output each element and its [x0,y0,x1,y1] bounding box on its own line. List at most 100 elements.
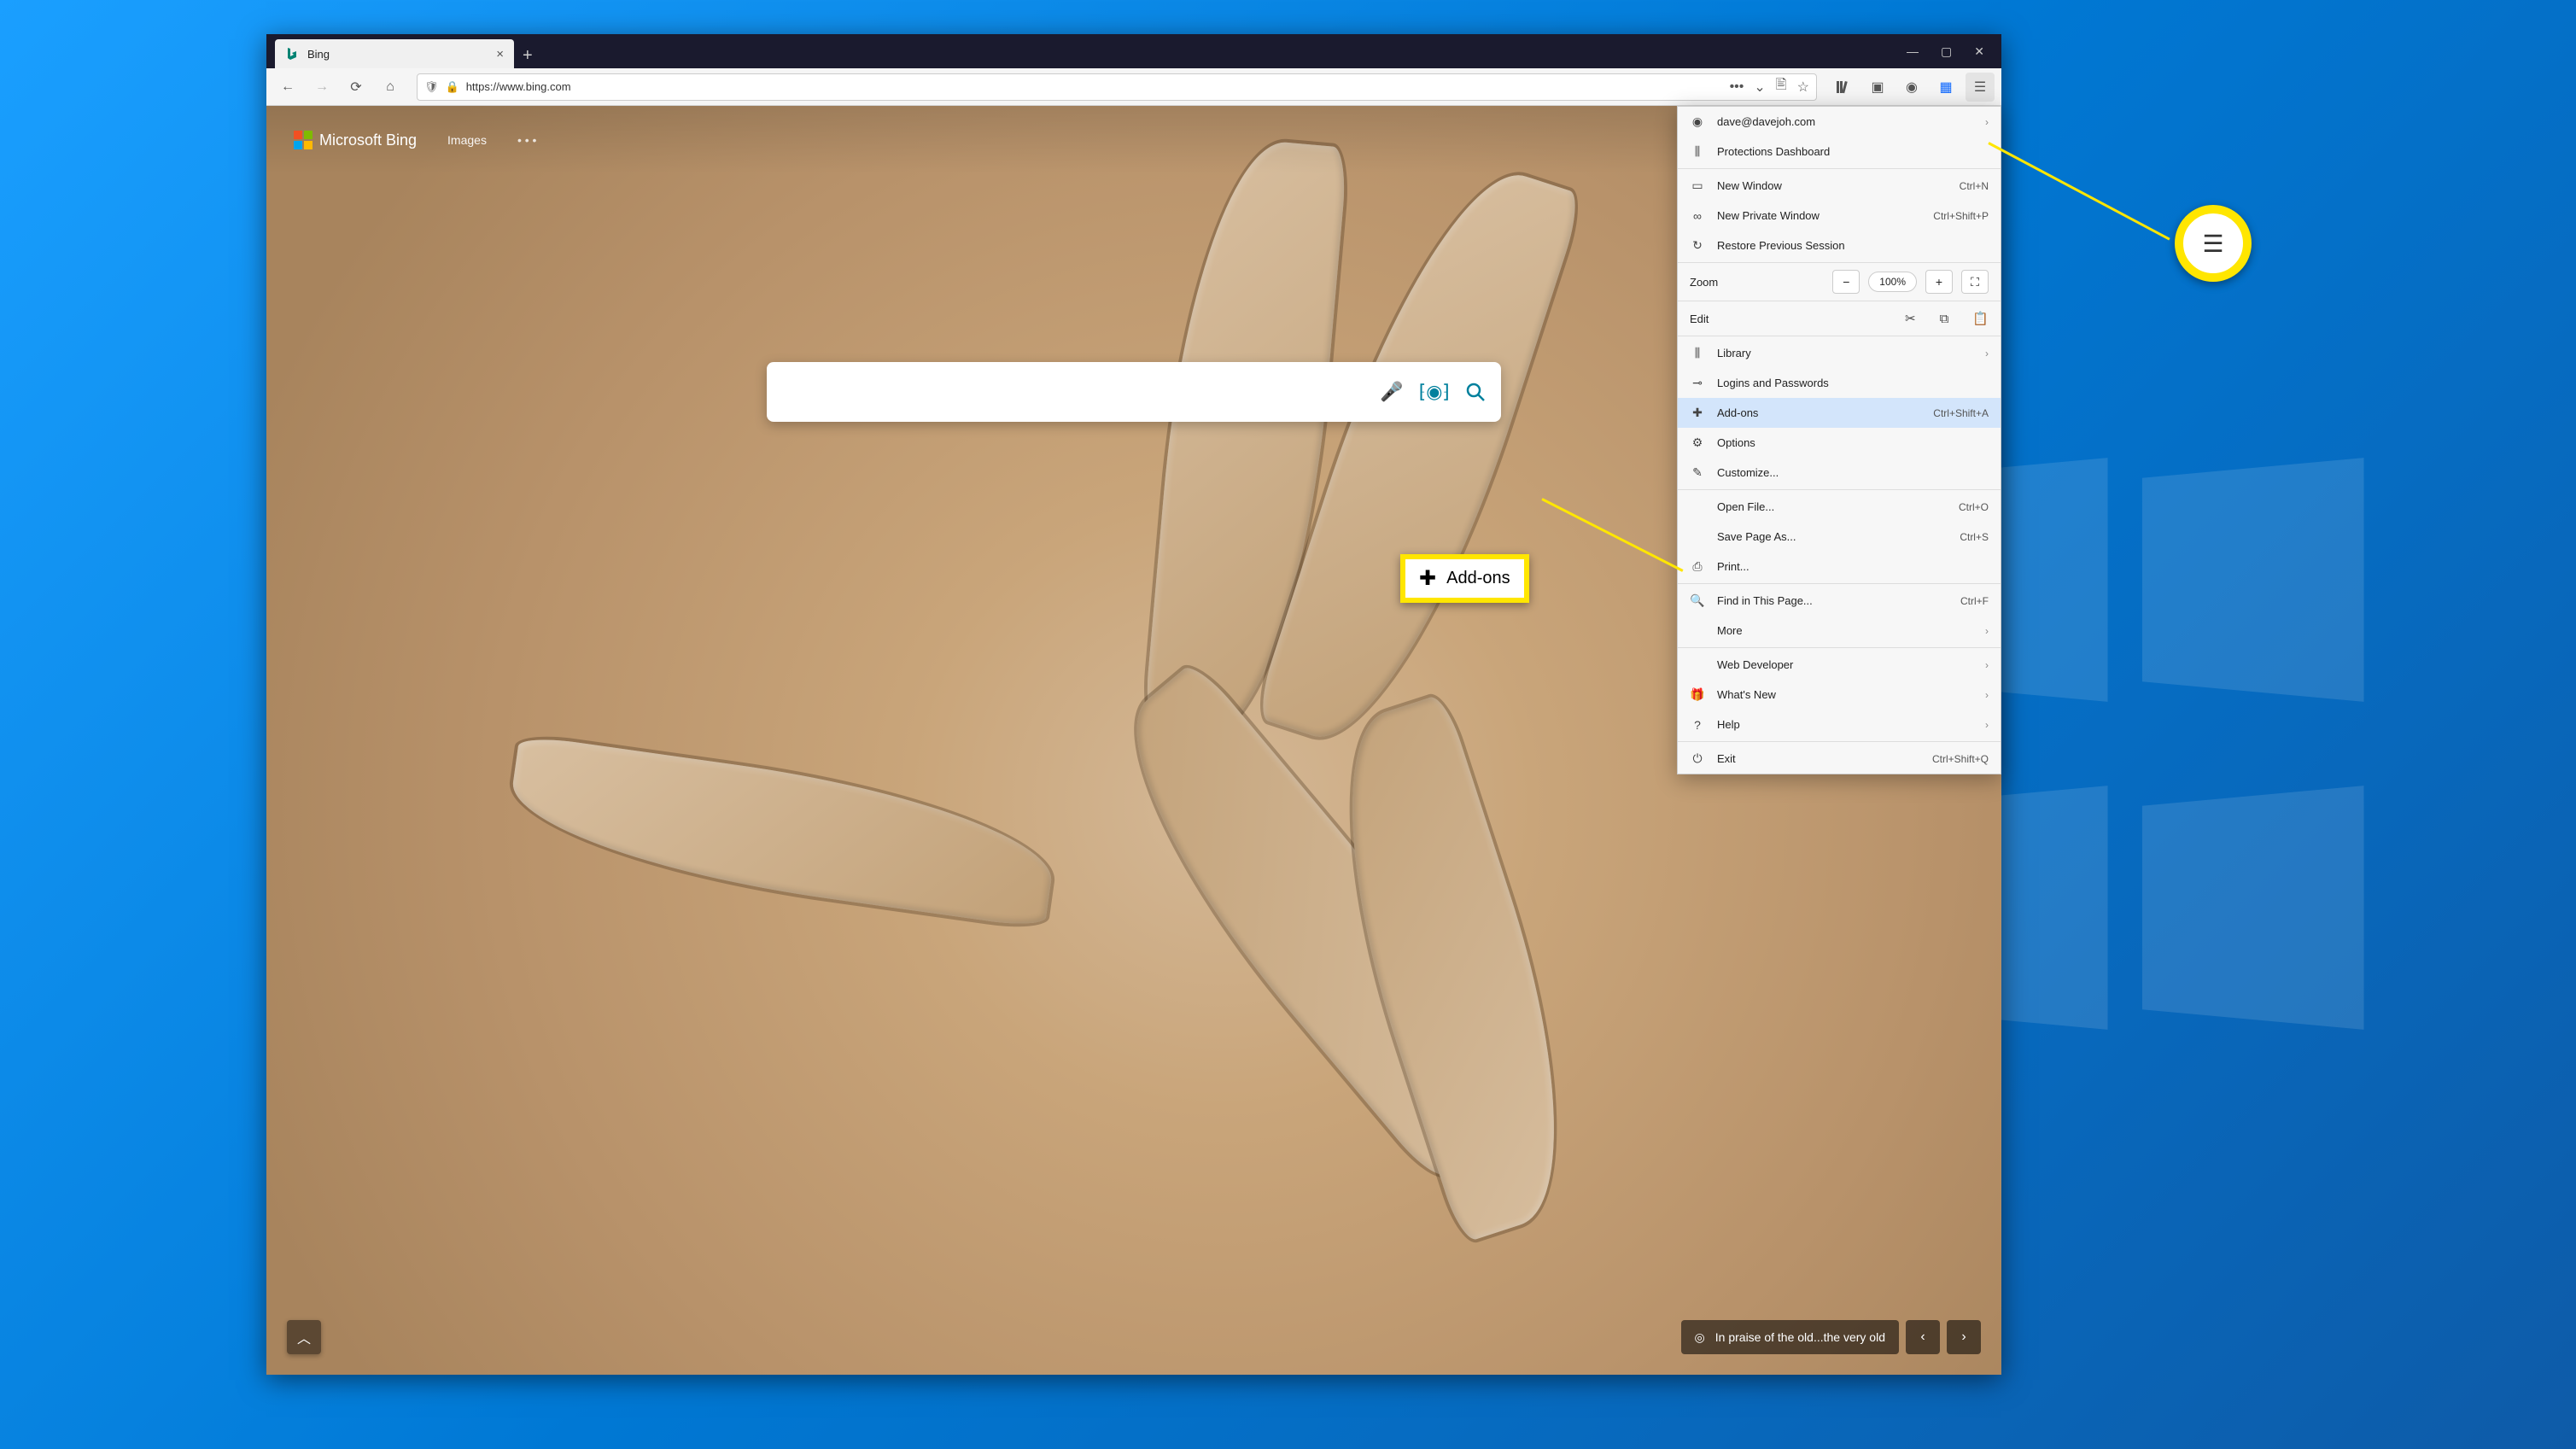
tab-close-icon[interactable]: × [496,47,504,61]
chevron-right-icon: › [1985,348,1989,359]
menu-options[interactable]: ⚙ Options [1678,428,2001,458]
chevron-right-icon: › [1985,719,1989,731]
account-toolbar-icon[interactable]: ◉ [1897,73,1926,102]
search-icon[interactable] [1465,382,1486,402]
tab-bing[interactable]: Bing × [275,39,514,68]
power-icon: ⏻ [1690,751,1705,766]
url-text: https://www.bing.com [466,80,1723,93]
puzzle-icon: ✚ [1690,406,1705,420]
expand-up-button[interactable]: ︿ [287,1320,321,1354]
menu-separator [1678,647,2001,648]
minimize-icon[interactable]: — [1907,44,1919,58]
menu-zoom-row: Zoom − 100% + ⛶ [1678,265,2001,299]
menu-web-developer[interactable]: Web Developer › [1678,650,2001,680]
chevron-right-icon: › [1985,689,1989,701]
menu-separator [1678,489,2001,490]
puzzle-icon: ✚ [1419,566,1436,591]
menu-library[interactable]: ⫼ Library › [1678,338,2001,368]
annotation-line-1 [1988,142,2170,240]
bookmark-star-icon[interactable]: ☆ [1797,79,1809,96]
extension-icon[interactable]: ▦ [1931,73,1960,102]
library-toolbar-icon[interactable] [1829,73,1858,102]
reload-button[interactable]: ⟳ [342,73,371,102]
microsoft-bing-logo[interactable]: Microsoft Bing [294,131,417,149]
address-bar[interactable]: 🛡 🔒 https://www.bing.com ••• ⌄ 🖹 ☆ [417,73,1817,101]
prev-image-button[interactable]: ‹ [1906,1320,1940,1354]
gear-icon: ⚙ [1690,435,1705,450]
menu-separator [1678,262,2001,263]
close-window-icon[interactable]: ✕ [1974,44,1984,59]
menu-edit-row: Edit ✂ ⧉ 📋 [1678,303,2001,334]
menu-new-window[interactable]: ▭ New Window Ctrl+N [1678,171,2001,201]
voice-search-icon[interactable]: 🎤 [1380,381,1403,403]
location-icon: ◎ [1695,1330,1705,1345]
menu-customize[interactable]: ✎ Customize... [1678,458,2001,488]
translate-icon[interactable]: 🖹 [1776,75,1787,98]
annotation-addons-callout: ✚ Add-ons [1400,554,1529,603]
annotation-hamburger-circle: ☰ [2175,205,2252,282]
new-tab-button[interactable]: + [523,46,533,66]
nav-more-icon[interactable]: • • • [517,133,536,147]
paste-icon[interactable]: 📋 [1972,311,1989,326]
bing-favicon-icon [285,47,299,61]
menu-new-private[interactable]: ∞ New Private Window Ctrl+Shift+P [1678,201,2001,231]
pocket-icon[interactable]: ⌄ [1754,79,1765,96]
zoom-out-button[interactable]: − [1832,270,1860,294]
hamburger-menu-button[interactable]: ☰ [1966,73,1995,102]
menu-exit[interactable]: ⏻ Exit Ctrl+Shift+Q [1678,744,2001,774]
menu-save-page[interactable]: Save Page As... Ctrl+S [1678,522,2001,552]
dashboard-icon: ⫼ [1690,144,1705,159]
zoom-level[interactable]: 100% [1868,272,1917,292]
copy-icon[interactable]: ⧉ [1940,312,1949,326]
sidebar-icon[interactable]: ▣ [1863,73,1892,102]
bing-footer: ︿ ◎ In praise of the old...the very old … [287,1320,1981,1354]
cut-icon[interactable]: ✂ [1905,311,1916,326]
lock-icon[interactable]: 🔒 [446,80,459,94]
tab-title: Bing [307,48,330,61]
menu-help[interactable]: ? Help › [1678,710,2001,739]
menu-addons[interactable]: ✚ Add-ons Ctrl+Shift+A [1678,398,2001,428]
visual-search-icon[interactable]: ⁅◉⁆ [1419,381,1450,403]
search-icon: 🔍 [1690,593,1705,608]
help-icon: ? [1690,718,1705,732]
home-button[interactable]: ⌂ [376,73,405,102]
window-controls: — ▢ ✕ [1890,34,2001,68]
menu-whats-new[interactable]: 🎁 What's New › [1678,680,2001,710]
shield-icon[interactable]: 🛡 [424,80,439,94]
menu-logins[interactable]: ⊸ Logins and Passwords [1678,368,2001,398]
fullscreen-button[interactable]: ⛶ [1961,270,1989,294]
menu-more[interactable]: More › [1678,616,2001,646]
gift-icon: 🎁 [1690,687,1705,702]
key-icon: ⊸ [1690,376,1705,390]
chevron-right-icon: › [1985,625,1989,637]
next-image-button[interactable]: › [1947,1320,1981,1354]
mask-icon: ∞ [1690,209,1705,223]
printer-icon: ⎙ [1690,559,1705,574]
menu-protections[interactable]: ⫼ Protections Dashboard [1678,137,2001,167]
menu-account[interactable]: ◉ dave@davejoh.com › [1678,107,2001,137]
window-icon: ▭ [1690,178,1705,193]
menu-restore[interactable]: ↻ Restore Previous Session [1678,231,2001,260]
zoom-in-button[interactable]: + [1925,270,1953,294]
search-box[interactable]: 🎤 ⁅◉⁆ [767,362,1501,422]
menu-open-file[interactable]: Open File... Ctrl+O [1678,492,2001,522]
chevron-right-icon: › [1985,116,1989,128]
menu-separator [1678,741,2001,742]
caption-text: In praise of the old...the very old [1715,1330,1885,1344]
menu-separator [1678,168,2001,169]
maximize-icon[interactable]: ▢ [1941,44,1952,59]
menu-find[interactable]: 🔍 Find in This Page... Ctrl+F [1678,586,2001,616]
nav-toolbar: ← → ⟳ ⌂ 🛡 🔒 https://www.bing.com ••• ⌄ 🖹… [266,68,2001,106]
nav-images-link[interactable]: Images [447,133,487,147]
tab-bar: Bing × + — ▢ ✕ [266,34,2001,68]
browser-window: Bing × + — ▢ ✕ ← → ⟳ ⌂ 🛡 🔒 https://www.b… [266,34,2001,1375]
image-caption[interactable]: ◎ In praise of the old...the very old [1681,1320,1899,1354]
page-actions-icon[interactable]: ••• [1730,79,1744,95]
account-icon: ◉ [1690,114,1705,129]
forward-button[interactable]: → [307,73,336,102]
annotation-addons-label: Add-ons [1446,569,1510,588]
search-input[interactable] [782,384,1380,400]
menu-print[interactable]: ⎙ Print... [1678,552,2001,581]
restore-icon: ↻ [1690,238,1705,253]
back-button[interactable]: ← [273,73,302,102]
